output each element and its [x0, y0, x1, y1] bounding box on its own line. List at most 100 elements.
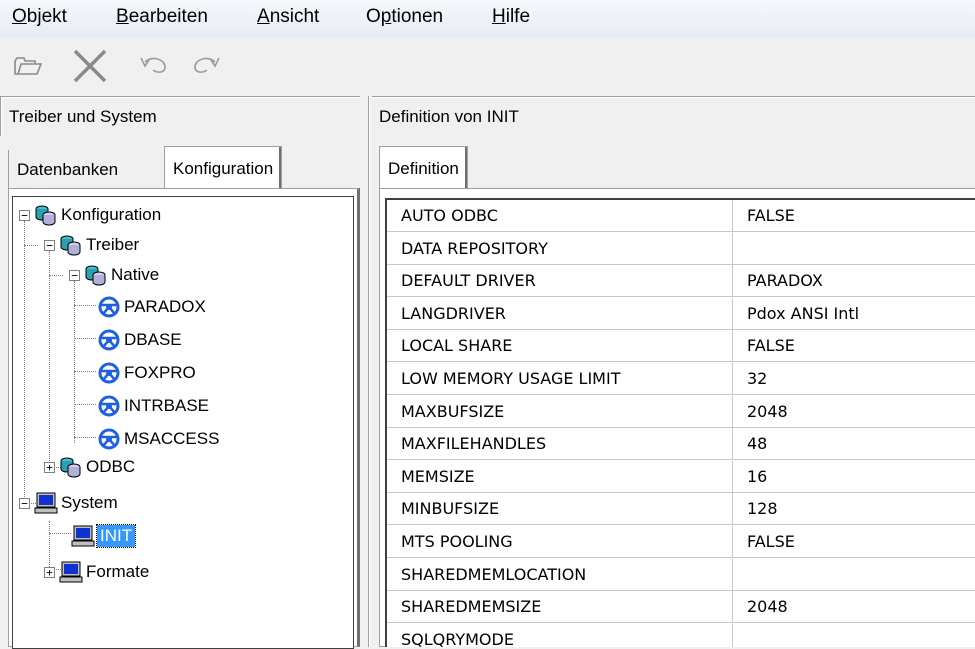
tree-label: Treiber [86, 235, 140, 254]
tree-line [74, 305, 96, 306]
tree-node-odbc[interactable]: + ODBC [44, 452, 138, 482]
definition-row[interactable]: LANGDRIVER Pdox ANSI Intl [387, 297, 975, 330]
definition-key: MEMSIZE [387, 460, 733, 492]
tree-line [24, 245, 38, 246]
tree-label: FOXPRO [124, 363, 196, 382]
definition-key: DATA REPOSITORY [387, 232, 733, 264]
tab-konfiguration-label: Konfiguration [173, 158, 274, 178]
tree-node-system[interactable]: − System [19, 488, 121, 518]
tree-node-native[interactable]: − Native [69, 260, 162, 290]
menu-optionen[interactable]: Optionen [366, 6, 443, 28]
tree-node-formate[interactable]: + Formate [44, 557, 152, 587]
tree-line [49, 251, 50, 473]
menu-bearbeiten[interactable]: Bearbeiten [116, 6, 208, 28]
definition-row[interactable]: DEFAULT DRIVER PARADOX [387, 265, 975, 298]
menu-ansicht-rest: nsicht [269, 6, 320, 27]
tree-line [49, 533, 71, 534]
definition-value[interactable]: 16 [733, 461, 975, 492]
definition-value[interactable]: 2048 [733, 396, 975, 427]
tab-datenbanken[interactable]: Datenbanken [8, 150, 126, 190]
definition-value[interactable] [733, 559, 975, 590]
tree-line [49, 275, 63, 276]
definition-key: LANGDRIVER [387, 297, 733, 329]
menu-bar: Objekt Bearbeiten Ansicht Optionen Hilfe [0, 0, 975, 38]
definition-grid[interactable]: AUTO ODBC FALSE DATA REPOSITORY DEFAULT DRI… [385, 198, 975, 647]
expand-icon[interactable]: + [44, 461, 55, 473]
definition-row[interactable]: MAXBUFSIZE 2048 [387, 395, 975, 428]
tree-node-foxpro[interactable]: FOXPRO [97, 358, 199, 388]
definition-value[interactable]: FALSE [733, 526, 975, 557]
menu-bearbeiten-rest: earbeiten [128, 6, 208, 27]
definition-row[interactable]: SHAREDMEMLOCATION [387, 558, 975, 591]
definition-row[interactable]: LOCAL SHARE FALSE [387, 330, 975, 363]
definition-row[interactable]: MTS POOLING FALSE [387, 526, 975, 558]
collapse-icon[interactable]: − [19, 209, 30, 221]
tree-label: Konfiguration [61, 205, 162, 224]
steering-wheel-icon [98, 395, 120, 417]
configuration-tree[interactable]: − Konfiguration − Treiber − Native PARAD… [12, 196, 354, 649]
definition-value[interactable]: 32 [733, 363, 975, 394]
tree-node-konfiguration[interactable]: − Konfiguration [19, 200, 164, 230]
definition-value[interactable] [733, 624, 975, 647]
collapse-icon[interactable]: − [44, 239, 55, 251]
tree-line [74, 404, 96, 405]
tree-node-msaccess[interactable]: MSACCESS [97, 424, 222, 454]
tree-node-paradox[interactable]: PARADOX [97, 292, 209, 322]
tree-node-intrbase[interactable]: INTRBASE [97, 391, 212, 421]
tree-line [74, 371, 96, 372]
tree-line [24, 221, 25, 509]
database-icon [60, 457, 81, 478]
definition-key: LOCAL SHARE [387, 330, 733, 362]
definition-value[interactable] [733, 233, 975, 264]
left-pane-title: Treiber und System [9, 106, 157, 126]
definition-key: MAXFILEHANDLES [387, 428, 733, 460]
toolbar [0, 38, 975, 94]
menu-objekt-rest: bjekt [26, 6, 67, 27]
definition-row[interactable]: MEMSIZE 16 [387, 460, 975, 493]
open-folder-icon[interactable] [8, 44, 48, 88]
menu-ansicht[interactable]: Ansicht [257, 6, 319, 28]
definition-value[interactable]: FALSE [733, 200, 975, 231]
definition-key: SQLQRYMODE [387, 623, 733, 647]
tab-datenbanken-label: Datenbanken [17, 160, 119, 179]
definition-key: AUTO ODBC [387, 200, 733, 231]
tree-node-init[interactable]: INIT [71, 521, 137, 551]
definition-row[interactable]: SHAREDMEMSIZE 2048 [387, 591, 975, 624]
tree-line [74, 338, 96, 339]
definition-value[interactable]: 48 [733, 428, 975, 459]
tree-label: Formate [86, 562, 150, 581]
splitter[interactable] [360, 96, 372, 647]
database-icon [60, 235, 81, 256]
expand-icon[interactable]: + [44, 566, 55, 578]
definition-row[interactable]: AUTO ODBC FALSE [387, 200, 975, 232]
tree-label: Native [111, 265, 160, 284]
tree-label: ODBC [86, 457, 136, 476]
tree-label: DBASE [124, 330, 182, 349]
right-pane-header: Definition von INIT [370, 96, 975, 136]
definition-row[interactable]: MINBUFSIZE 128 [387, 493, 975, 526]
delete-x-icon[interactable] [70, 44, 110, 88]
computer-icon [59, 561, 83, 583]
tab-konfiguration[interactable]: Konfiguration [164, 146, 283, 190]
redo-icon[interactable] [186, 44, 226, 88]
tree-node-dbase[interactable]: DBASE [97, 325, 185, 355]
definition-value[interactable]: PARADOX [733, 265, 975, 296]
menu-hilfe-rest: ilfe [505, 6, 531, 27]
definition-value[interactable]: Pdox ANSI Intl [733, 298, 975, 329]
definition-row[interactable]: DATA REPOSITORY [387, 232, 975, 265]
tree-label: System [61, 493, 118, 512]
definition-key: MAXBUFSIZE [387, 395, 733, 427]
definition-row[interactable]: LOW MEMORY USAGE LIMIT 32 [387, 363, 975, 395]
undo-icon[interactable] [134, 44, 174, 88]
definition-value[interactable]: 2048 [733, 591, 975, 622]
definition-value[interactable]: 128 [733, 493, 975, 524]
definition-row[interactable]: SQLQRYMODE [387, 623, 975, 647]
menu-objekt[interactable]: Objekt [12, 6, 67, 28]
definition-value[interactable]: FALSE [733, 330, 975, 361]
tree-node-treiber[interactable]: − Treiber [44, 230, 142, 260]
collapse-icon[interactable]: − [19, 497, 30, 509]
tab-definition[interactable]: Definition [379, 146, 468, 190]
definition-row[interactable]: MAXFILEHANDLES 48 [387, 428, 975, 461]
menu-hilfe[interactable]: Hilfe [492, 6, 530, 28]
collapse-icon[interactable]: − [69, 269, 80, 281]
